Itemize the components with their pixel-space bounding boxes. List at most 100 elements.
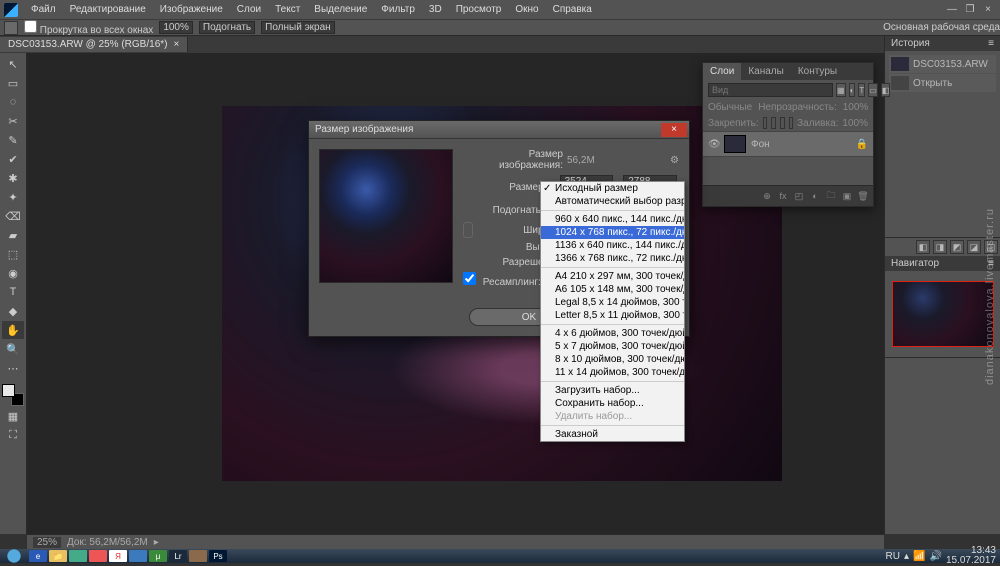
layer-row[interactable]: 👁 Фон 🔒 — [703, 131, 873, 157]
menu-view[interactable]: Просмотр — [449, 4, 509, 15]
menu-type[interactable]: Текст — [268, 4, 307, 15]
window-minimize[interactable]: — — [946, 4, 958, 16]
taskbar-utorrent-icon[interactable]: μ — [149, 550, 167, 562]
menu-3d[interactable]: 3D — [422, 4, 449, 15]
constrain-link-icon[interactable] — [463, 222, 473, 238]
scroll-all-checkbox[interactable]: Прокрутка во всех окнах — [24, 20, 153, 36]
menu-file[interactable]: Файл — [24, 4, 63, 15]
taskbar-app-icon[interactable] — [69, 550, 87, 562]
tab-layers[interactable]: Слои — [703, 63, 741, 80]
menu-help[interactable]: Справка — [546, 4, 599, 15]
taskbar-ie-icon[interactable]: e — [29, 550, 47, 562]
tool-pen[interactable]: ◉ — [2, 264, 24, 282]
lock-artboard-icon[interactable] — [789, 117, 794, 129]
preset-item[interactable]: 1024 x 768 пикс., 72 пикс./дюйм — [541, 226, 684, 239]
fullscreen-button[interactable]: Полный экран — [261, 21, 335, 34]
layer-name[interactable]: Фон — [751, 139, 770, 150]
tool-eyedropper[interactable]: ✎ — [2, 131, 24, 149]
tool-gradient[interactable]: ▰ — [2, 226, 24, 244]
tool-hand[interactable]: ✋ — [2, 321, 24, 339]
taskbar-photoshop-icon[interactable]: Ps — [209, 550, 227, 562]
tray-date[interactable]: 15.07.2017 — [946, 556, 996, 566]
opacity-value[interactable]: 100% — [843, 102, 869, 113]
preset-item[interactable]: Сохранить набор... — [541, 397, 684, 410]
filter-shape-icon[interactable]: ▭ — [868, 83, 878, 97]
fit-button[interactable]: Подогнать — [199, 21, 255, 34]
document-tab-close[interactable]: × — [173, 39, 179, 50]
layer-fx-icon[interactable]: fx — [776, 189, 790, 203]
tool-brush[interactable]: ✱ — [2, 169, 24, 187]
taskbar-lightroom-icon[interactable]: Lr — [169, 550, 187, 562]
taskbar-app-icon[interactable] — [89, 550, 107, 562]
new-layer-icon[interactable]: ▣ — [840, 189, 854, 203]
history-source[interactable]: DSC03153.ARW — [889, 55, 996, 73]
workspace-label[interactable]: Основная рабочая среда — [883, 22, 1000, 33]
navigator-preview[interactable] — [892, 281, 994, 347]
preset-item[interactable]: A6 105 x 148 мм, 300 точек/дюйм — [541, 283, 684, 296]
tray-lang[interactable]: RU — [886, 551, 900, 562]
hand-tool-icon[interactable] — [4, 21, 18, 35]
menu-layer[interactable]: Слои — [230, 4, 268, 15]
tool-stamp[interactable]: ✦ — [2, 188, 24, 206]
document-tab[interactable]: DSC03153.ARW @ 25% (RGB/16*) × — [0, 37, 188, 52]
preset-item[interactable]: Исходный размер — [541, 182, 684, 195]
preset-item[interactable]: 11 x 14 дюймов, 300 точек/дюйм — [541, 366, 684, 379]
preset-item[interactable]: Legal 8,5 x 14 дюймов, 300 точек/дюйм — [541, 296, 684, 309]
preset-item[interactable]: Автоматический выбор разрешения... — [541, 195, 684, 208]
visibility-icon[interactable]: 👁 — [708, 139, 720, 150]
preset-item[interactable]: Заказной — [541, 428, 684, 441]
panel-menu-icon[interactable]: ≡ — [988, 38, 994, 49]
tool-marquee[interactable]: ▭ — [2, 74, 24, 92]
tray-network-icon[interactable]: 📶 — [913, 551, 925, 562]
preset-item[interactable]: 4 x 6 дюймов, 300 точек/дюйм — [541, 327, 684, 340]
chevron-right-icon[interactable]: ▸ — [154, 537, 159, 548]
resample-checkbox[interactable]: Ресамплинг: — [463, 272, 541, 288]
tool-type[interactable]: T — [2, 283, 24, 301]
tray-icon[interactable]: ▴ — [904, 551, 909, 562]
collapsed-panel-icon[interactable]: ◨ — [933, 240, 947, 254]
preset-item[interactable]: 960 x 640 пикс., 144 пикс./дюйм — [541, 213, 684, 226]
color-swatches[interactable] — [2, 384, 24, 406]
menu-edit[interactable]: Редактирование — [63, 4, 153, 15]
blend-mode[interactable]: Обычные — [708, 102, 752, 113]
tool-crop[interactable]: ✂ — [2, 112, 24, 130]
filter-smart-icon[interactable]: ◧ — [881, 83, 891, 97]
screenmode-icon[interactable]: ⛶ — [2, 426, 24, 444]
window-restore[interactable]: ❐ — [964, 4, 976, 16]
filter-type-icon[interactable]: T — [858, 83, 865, 97]
preset-item[interactable]: 1136 x 640 пикс., 144 пикс./дюйм — [541, 239, 684, 252]
status-zoom[interactable]: 25% — [33, 537, 61, 548]
tool-zoom[interactable]: 🔍 — [2, 340, 24, 358]
taskbar-explorer-icon[interactable]: 📁 — [49, 550, 67, 562]
collapsed-panel-icon[interactable]: ◧ — [916, 240, 930, 254]
dialog-titlebar[interactable]: Размер изображения × — [309, 121, 689, 139]
preset-item[interactable]: 1366 x 768 пикс., 72 пикс./дюйм — [541, 252, 684, 265]
zoom-field[interactable]: 100% — [159, 21, 193, 34]
layer-thumb[interactable] — [724, 135, 746, 153]
preset-item[interactable]: A4 210 x 297 мм, 300 точек/дюйм — [541, 270, 684, 283]
tool-more[interactable]: ⋯ — [2, 359, 24, 377]
dialog-close-button[interactable]: × — [661, 123, 687, 137]
window-close[interactable]: × — [982, 4, 994, 16]
taskbar-app-icon[interactable] — [189, 550, 207, 562]
preset-item[interactable]: 5 x 7 дюймов, 300 точек/дюйм — [541, 340, 684, 353]
history-step[interactable]: Открыть — [889, 74, 996, 92]
status-doc-size[interactable]: Док: 56,2M/56,2M — [67, 537, 148, 548]
menu-image[interactable]: Изображение — [153, 4, 230, 15]
lock-position-icon[interactable] — [771, 117, 776, 129]
filter-adjust-icon[interactable]: ◐ — [849, 83, 856, 97]
link-layers-icon[interactable]: ⊕ — [760, 189, 774, 203]
taskbar-app-icon[interactable] — [129, 550, 147, 562]
collapsed-panel-icon[interactable]: ◪ — [967, 240, 981, 254]
tool-eraser[interactable]: ⌫ — [2, 207, 24, 225]
layer-mask-icon[interactable]: ◰ — [792, 189, 806, 203]
delete-layer-icon[interactable]: 🗑 — [856, 189, 870, 203]
preset-item[interactable]: 8 x 10 дюймов, 300 точек/дюйм — [541, 353, 684, 366]
taskbar-yandex-icon[interactable]: Я — [109, 550, 127, 562]
tool-shape[interactable]: ◆ — [2, 302, 24, 320]
dialog-settings-icon[interactable]: ⚙ — [670, 155, 679, 166]
filter-pixel-icon[interactable]: ▦ — [836, 83, 846, 97]
quickmask-icon[interactable]: ▦ — [2, 407, 24, 425]
menu-select[interactable]: Выделение — [307, 4, 374, 15]
lock-pixels-icon[interactable] — [763, 117, 768, 129]
